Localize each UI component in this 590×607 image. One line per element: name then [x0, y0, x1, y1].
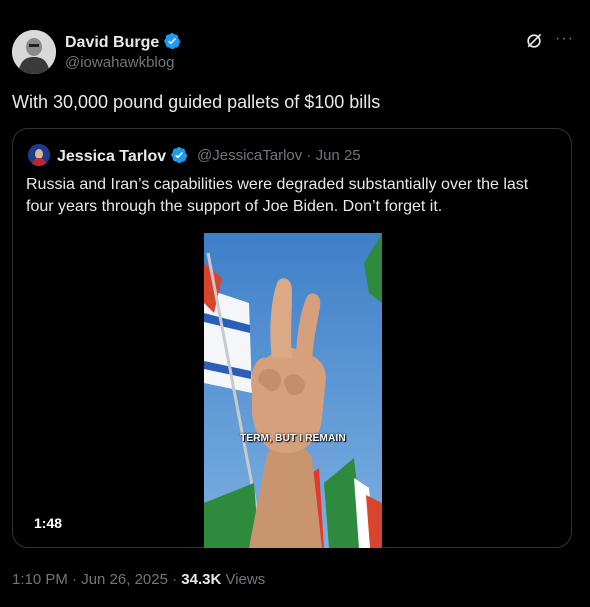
- tweet-timestamp[interactable]: 1:10 PM · Jun 26, 2025 ·: [12, 571, 181, 588]
- author-handle[interactable]: @iowahawkblog: [65, 54, 174, 71]
- author-avatar[interactable]: [12, 30, 56, 74]
- verified-badge-icon: [171, 146, 188, 164]
- verified-badge-icon: [164, 32, 181, 50]
- quoted-handle-date[interactable]: @JessicaTarlov · Jun 25: [197, 147, 361, 164]
- grok-icon[interactable]: [524, 31, 544, 51]
- video-caption: TERM, BUT I REMAIN: [240, 433, 346, 444]
- quoted-tweet-text: Russia and Iran’s capabilities were degr…: [26, 176, 529, 215]
- tweet-meta: 1:10 PM · Jun 26, 2025 · 34.3K Views: [12, 571, 265, 588]
- video-duration: 1:48: [34, 515, 63, 531]
- quoted-author-name-text[interactable]: Jessica Tarlov: [57, 148, 166, 165]
- quoted-author-avatar[interactable]: [28, 144, 50, 166]
- more-icon[interactable]: ···: [555, 30, 574, 48]
- quoted-author-name[interactable]: Jessica Tarlov: [57, 146, 188, 166]
- author-name[interactable]: David Burge: [65, 32, 181, 52]
- tweet-text: With 30,000 pound guided pallets of $100…: [12, 92, 381, 112]
- video-thumbnail: [204, 233, 382, 548]
- author-name-text[interactable]: David Burge: [65, 34, 159, 51]
- video-player[interactable]: [204, 233, 382, 548]
- views-count[interactable]: 34.3K: [181, 571, 221, 588]
- views-label: Views: [221, 571, 266, 588]
